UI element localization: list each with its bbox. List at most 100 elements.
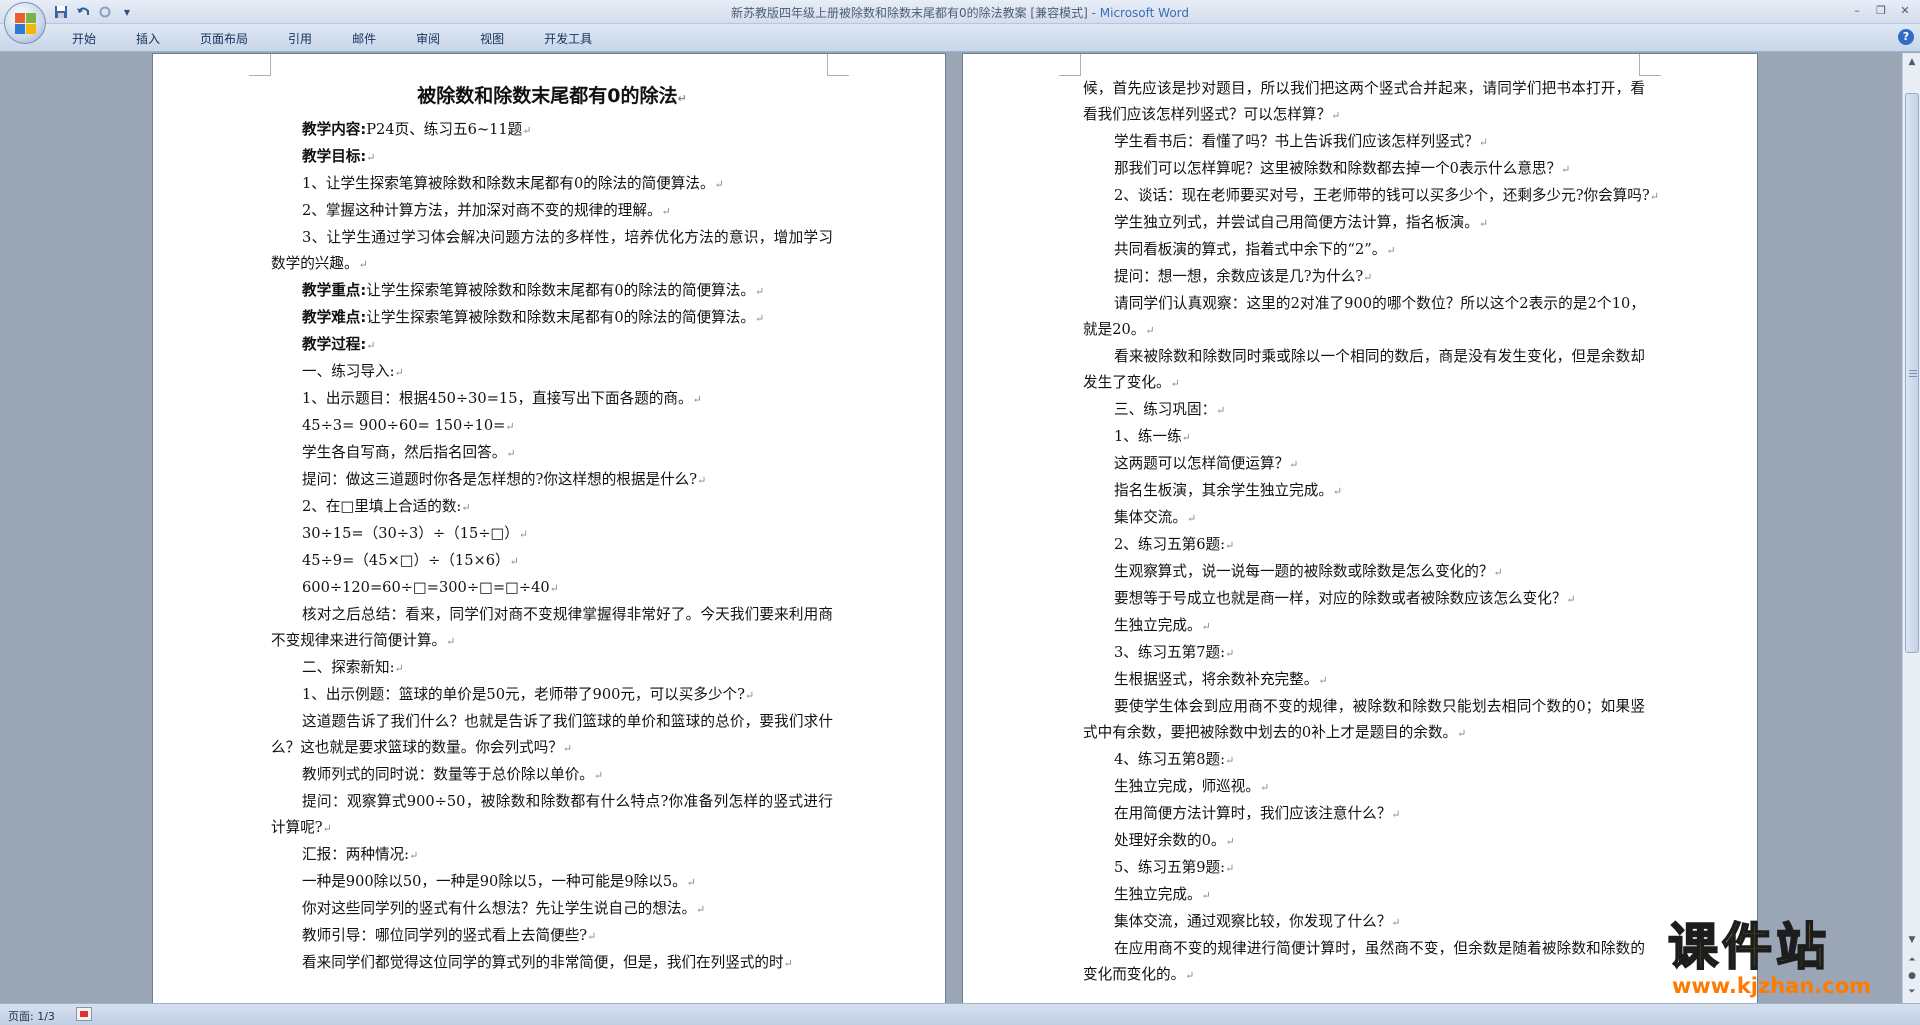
paragraph: 2、在□里填上合适的数:↵ <box>271 494 833 521</box>
paragraph-text: 一种是900除以50，一种是90除以5，一种可能是9除以5。 <box>302 873 687 890</box>
macro-record-icon[interactable] <box>76 1007 92 1021</box>
minimize-button[interactable]: – <box>1846 2 1868 20</box>
paragraph-mark: ↵ <box>1225 539 1235 552</box>
paragraph: 提问：观察算式900÷50，被除数和除数都有什么特点?你准备列怎样的竖式进行计算… <box>271 789 833 842</box>
paragraph-text: 候，首先应该是抄对题目，所以我们把这两个竖式合并起来，请同学们把书本打开，看看我… <box>1083 80 1645 123</box>
paragraph: 在应用商不变的规律进行简便计算时，虽然商不变，但余数是随着被除数和除数的变化而变… <box>1083 936 1645 989</box>
paragraph: 2、掌握这种计算方法，并加深对商不变的规律的理解。↵ <box>271 198 833 225</box>
paragraph-mark: ↵ <box>518 528 529 541</box>
paragraph: 1、练一练↵ <box>1083 424 1645 451</box>
paragraph-mark: ↵ <box>697 474 707 487</box>
section-label: 教学内容: <box>302 121 367 138</box>
paragraph-mark: ↵ <box>461 501 471 514</box>
paragraph-mark: ↵ <box>696 903 706 916</box>
paragraph-mark: ↵ <box>322 822 332 835</box>
paragraph-text: 汇报：两种情况: <box>302 846 410 863</box>
paragraph-text: 你对这些同学列的竖式有什么想法？先让学生说自己的想法。 <box>302 900 697 917</box>
paragraph-mark: ↵ <box>366 339 376 352</box>
paragraph-text: 在应用商不变的规律进行简便计算时，虽然商不变，但余数是随着被除数和除数的变化而变… <box>1083 940 1645 983</box>
watermark-url: www.kjzhan.com <box>1672 974 1872 998</box>
paragraph: 看来同学们都觉得这位同学的算式列的非常简便，但是，我们在列竖式的时↵ <box>271 950 833 977</box>
ribbon-tabs: 开始 插入 页面布局 引用 邮件 审阅 视图 开发工具 <box>58 29 618 48</box>
office-button[interactable] <box>4 2 46 44</box>
paragraph-text: 4、练习五第8题: <box>1114 751 1226 768</box>
page-1-text[interactable]: 被除数和除数末尾都有0的除法↵ 教学内容:P24页、练习五6~11题↵ 教学目标:… <box>271 80 833 977</box>
paragraph-text: 生观察算式，说一说每一题的被除数或除数是怎么变化的？ <box>1114 563 1494 580</box>
title-bar: ▼ 新苏教版四年级上册被除数和除数末尾都有0的除法教案 [兼容模式] - Mic… <box>0 0 1920 44</box>
page-count[interactable]: 页面: 1/3 <box>8 1008 55 1024</box>
paragraph-mark: ↵ <box>1478 136 1489 149</box>
paragraph-mark: ↵ <box>783 957 793 970</box>
tab-review[interactable]: 审阅 <box>402 29 454 48</box>
paragraph: 三、练习巩固：↵ <box>1083 397 1645 424</box>
paragraph-mark: ↵ <box>1478 217 1489 230</box>
paragraph: 集体交流，通过观察比较，你发现了什么？↵ <box>1083 909 1645 936</box>
vertical-scrollbar[interactable]: ▲ ▼ ⏶ ● ⏷ <box>1902 53 1920 1003</box>
paragraph: 学生各自写商，然后指名回答。↵ <box>271 440 833 467</box>
grip-line <box>1909 370 1917 371</box>
paragraph-text: 集体交流，通过观察比较，你发现了什么？ <box>1114 913 1392 930</box>
tab-mailings[interactable]: 邮件 <box>338 29 390 48</box>
crop-mark <box>1059 54 1081 76</box>
scrollbar-thumb[interactable] <box>1905 93 1919 653</box>
paragraph: 处理好余数的0。↵ <box>1083 828 1645 855</box>
paragraph-mark: ↵ <box>1332 485 1343 498</box>
page-2: 候，首先应该是抄对题目，所以我们把这两个竖式合并起来，请同学们把书本打开，看看我… <box>962 53 1758 1003</box>
paragraph-mark: ↵ <box>505 420 515 433</box>
paragraph-mark: ↵ <box>522 124 532 137</box>
paragraph-mark: ↵ <box>1201 620 1211 633</box>
paragraph-mark: ↵ <box>587 930 597 943</box>
status-bar: 页面: 1/3 <box>0 1003 1920 1025</box>
document-title: 新苏教版四年级上册被除数和除数末尾都有0的除法教案 [兼容模式] <box>730 6 1088 20</box>
tab-view[interactable]: 视图 <box>466 29 518 48</box>
paragraph: 教学目标:↵ <box>271 144 833 171</box>
scroll-up-icon[interactable]: ▲ <box>1905 55 1919 69</box>
paragraph-text: 生独立完成。 <box>1114 886 1202 903</box>
paragraph-text: 集体交流。 <box>1114 509 1187 526</box>
paragraph-mark: ↵ <box>1225 754 1235 767</box>
close-button[interactable]: ✕ <box>1894 2 1916 20</box>
tab-page-layout[interactable]: 页面布局 <box>186 29 262 48</box>
paragraph-text: 3、练习五第7题: <box>1114 644 1226 661</box>
paragraph: 这两题可以怎样简便运算？↵ <box>1083 451 1645 478</box>
page-2-text[interactable]: 候，首先应该是抄对题目，所以我们把这两个竖式合并起来，请同学们把书本打开，看看我… <box>1083 76 1659 989</box>
paragraph: 学生独立列式，并尝试自己用简便方法计算，指名板演。↵ <box>1083 210 1645 237</box>
paragraph-text: 一、练习导入: <box>302 363 395 380</box>
paragraph-text: 学生独立列式，并尝试自己用简便方法计算，指名板演。 <box>1114 214 1479 231</box>
paragraph-text: 核对之后总结：看来，同学们对商不变规律掌握得非常好了。今天我们要来利用商不变规律… <box>271 606 833 649</box>
paragraph-text: P24页、练习五6~11题 <box>366 121 523 138</box>
paragraph-mark: ↵ <box>1216 404 1226 417</box>
paragraph: 3、练习五第7题:↵ <box>1083 640 1645 667</box>
paragraph: 请同学们认真观察：这里的2对准了900的哪个数位？所以这个2表示的是2个10，就… <box>1083 291 1645 344</box>
paragraph-text: 那我们可以怎样算呢？这里被除数和除数都去掉一个0表示什么意思？ <box>1114 160 1562 177</box>
paragraph-text: 2、在□里填上合适的数: <box>302 498 462 515</box>
grip-line <box>1909 373 1917 374</box>
document-area[interactable]: 被除数和除数末尾都有0的除法↵ 教学内容:P24页、练习五6~11题↵ 教学目标:… <box>0 53 1902 1003</box>
paragraph-text: 1、出示题目：根据450÷30=15，直接写出下面各题的商。 <box>302 390 693 407</box>
paragraph-mark: ↵ <box>1457 727 1467 740</box>
paragraph-mark: ↵ <box>1318 674 1328 687</box>
tab-insert[interactable]: 插入 <box>122 29 174 48</box>
paragraph-mark: ↵ <box>1225 862 1235 875</box>
paragraph-mark: ↵ <box>754 285 765 298</box>
paragraph: 那我们可以怎样算呢？这里被除数和除数都去掉一个0表示什么意思？↵ <box>1083 156 1645 183</box>
help-icon[interactable]: ? <box>1898 29 1914 45</box>
paragraph: 600÷120=60÷□=300÷□=□÷40↵ <box>271 575 833 602</box>
paragraph-mark: ↵ <box>1186 512 1197 525</box>
tab-home[interactable]: 开始 <box>58 29 110 48</box>
paragraph-text: 2、练习五第6题: <box>1114 536 1226 553</box>
crop-mark <box>249 54 271 76</box>
tab-references[interactable]: 引用 <box>274 29 326 48</box>
paragraph-mark: ↵ <box>1145 324 1155 337</box>
paragraph-text: 处理好余数的0。 <box>1114 832 1226 849</box>
paragraph-text: 请同学们认真观察：这里的2对准了900的哪个数位？所以这个2表示的是2个10，就… <box>1083 295 1645 338</box>
paragraph-text: 生独立完成。 <box>1114 617 1202 634</box>
document-heading: 被除数和除数末尾都有0的除法↵ <box>417 85 687 107</box>
paragraph-text: 1、练一练 <box>1114 428 1182 445</box>
app-name: - Microsoft Word <box>1091 6 1190 20</box>
paragraph: 4、练习五第8题:↵ <box>1083 747 1645 774</box>
tab-developer[interactable]: 开发工具 <box>530 29 606 48</box>
paragraph-mark: ↵ <box>1289 458 1299 471</box>
restore-button[interactable]: ❐ <box>1870 2 1892 20</box>
paragraph-mark: ↵ <box>686 876 696 889</box>
